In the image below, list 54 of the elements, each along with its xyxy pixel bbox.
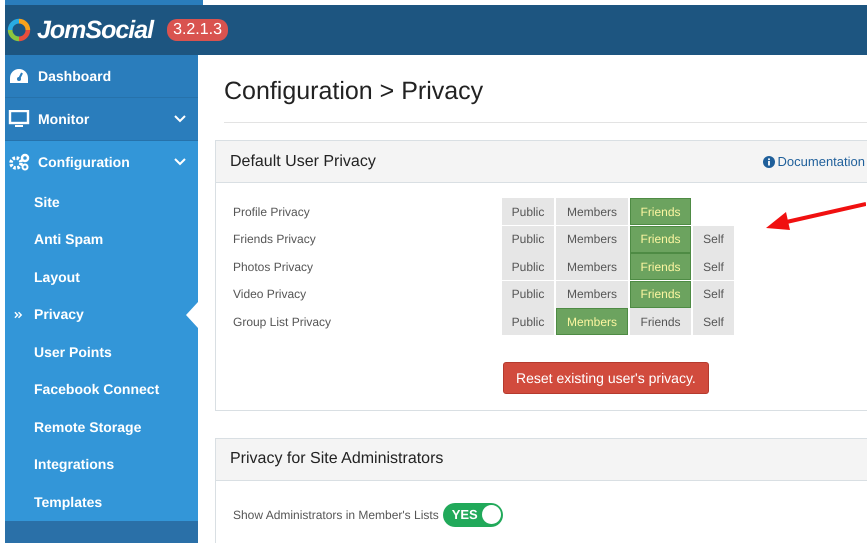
sidebar-subitem[interactable]: User Points: [5, 333, 198, 370]
panel-title: Default User Privacy: [230, 152, 377, 170]
chevron-down-icon: [174, 158, 186, 166]
setting-label: Profile Privacy: [233, 204, 311, 219]
privacy-option[interactable]: Public: [502, 226, 554, 253]
sidebar-subitem[interactable]: Privacy: [5, 296, 198, 333]
sidebar-subitem[interactable]: Site: [5, 183, 198, 220]
sidebar-item[interactable]: Dashboard: [5, 55, 198, 98]
panel-title: Privacy for Site Administrators: [230, 450, 444, 468]
privacy-option[interactable]: Self: [693, 308, 734, 336]
privacy-option[interactable]: Public: [502, 253, 554, 280]
arrow-icon: [766, 201, 866, 233]
privacy-option[interactable]: Friends: [630, 253, 691, 280]
setting-label: Video Privacy: [233, 287, 308, 302]
sidebar-subitem[interactable]: Templates: [5, 483, 198, 520]
privacy-option[interactable]: Members: [556, 198, 628, 226]
reset-privacy-button[interactable]: Reset existing user's privacy.: [503, 362, 709, 394]
sidebar-subitem[interactable]: Anti Spam: [5, 220, 198, 258]
setting-label: Photos Privacy: [233, 260, 314, 274]
gauge-icon: [8, 68, 30, 84]
sidebar-subitem[interactable]: Layout: [5, 258, 198, 296]
active-pointer-icon: [186, 302, 198, 328]
privacy-option[interactable]: Self: [693, 280, 734, 308]
privacy-option[interactable]: Friends: [630, 308, 691, 336]
privacy-option[interactable]: Public: [502, 198, 554, 226]
privacy-option[interactable]: Friends: [630, 198, 691, 226]
chevron-down-icon: [174, 115, 186, 123]
double-chevron-icon: [14, 310, 23, 318]
version-badge: 3.2.1.3: [167, 19, 228, 41]
sidebar-subitem[interactable]: Remote Storage: [5, 408, 198, 446]
privacy-option[interactable]: Members: [556, 280, 628, 308]
gears-icon: [8, 153, 30, 171]
privacy-option[interactable]: Members: [556, 308, 628, 336]
toggle-switch[interactable]: YES: [442, 502, 503, 526]
page-title: Configuration > Privacy: [224, 77, 867, 123]
setting-label: Group List Privacy: [233, 314, 332, 329]
privacy-option[interactable]: Friends: [630, 226, 691, 253]
privacy-option[interactable]: Self: [693, 226, 734, 253]
setting-label: Friends Privacy: [233, 232, 317, 246]
sidebar-subitem[interactable]: Facebook Connect: [5, 370, 198, 408]
privacy-option[interactable]: Friends: [630, 280, 691, 308]
monitor-icon: [8, 110, 30, 128]
info-icon: [762, 156, 775, 168]
privacy-option[interactable]: Public: [502, 308, 554, 336]
privacy-option[interactable]: Members: [556, 226, 628, 253]
sidebar-subitem[interactable]: Integrations: [5, 446, 198, 483]
sidebar-item[interactable]: Monitor: [5, 98, 198, 141]
setting-label: Show Administrators in Member's Lists: [233, 508, 439, 522]
swirl-logo-icon: [5, 16, 33, 44]
brand-name: JomSocial: [37, 16, 154, 44]
documentation-link[interactable]: Documentation: [762, 154, 865, 169]
privacy-option[interactable]: Public: [502, 280, 554, 308]
privacy-option[interactable]: Self: [693, 253, 734, 280]
privacy-option[interactable]: Members: [556, 253, 628, 280]
